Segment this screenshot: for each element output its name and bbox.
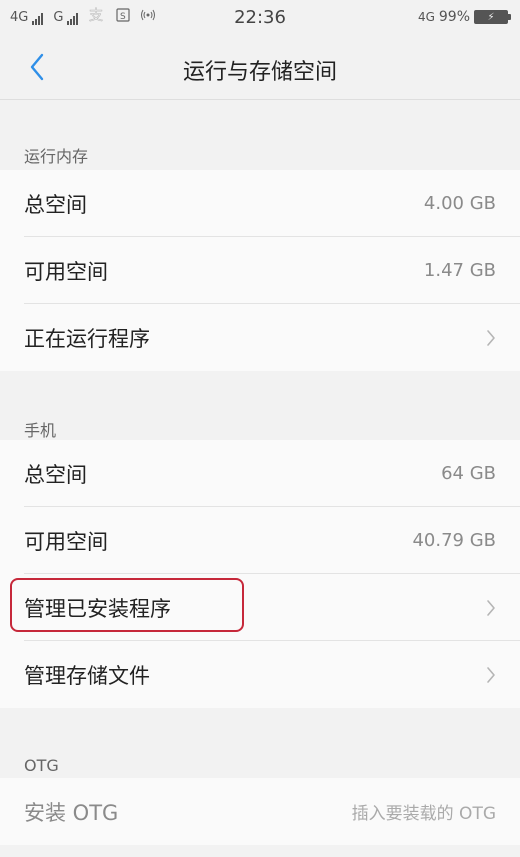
battery-percent: 99% [438, 9, 470, 25]
storage-settings-screen: 4G G 支 S 22:36 4G 99% ⚡ 运行与存储空间 运行内存 总空间… [0, 0, 520, 857]
row-label: 管理存储文件 [24, 663, 150, 688]
ram-total-row: 总空间 4.00 GB [0, 170, 520, 237]
section-header-otg: OTG [24, 756, 59, 775]
chevron-left-icon [30, 53, 44, 81]
phone-total-row: 总空间 64 GB [0, 440, 520, 507]
running-apps-row[interactable]: 正在运行程序 [0, 304, 520, 371]
row-hint: 插入要装载的 OTG [351, 804, 496, 824]
status-bar: 4G G 支 S 22:36 4G 99% ⚡ [0, 0, 520, 34]
signal-bars-icon [67, 12, 79, 25]
row-label: 管理已安装程序 [24, 596, 171, 621]
network-type-1: 4G [10, 9, 29, 25]
signal-sim2: G [53, 9, 79, 25]
row-value: 40.79 GB [412, 530, 496, 551]
row-label: 可用空间 [24, 529, 108, 554]
phone-available-row: 可用空间 40.79 GB [0, 507, 520, 574]
row-label: 总空间 [24, 192, 87, 217]
section-header-phone: 手机 [24, 421, 57, 440]
battery-charging-icon: ⚡ [474, 10, 511, 24]
ram-available-row: 可用空间 1.47 GB [0, 237, 520, 304]
chevron-right-icon [486, 666, 496, 684]
chevron-right-icon [486, 329, 496, 347]
row-label: 可用空间 [24, 259, 108, 284]
section-header-ram: 运行内存 [24, 147, 89, 166]
row-label: 正在运行程序 [24, 326, 150, 351]
row-value: 64 GB [441, 463, 496, 484]
network-type-2: G [53, 9, 64, 25]
signal-sim1: 4G [10, 9, 44, 25]
svg-text:支: 支 [89, 8, 103, 23]
network-type-right: 4G [417, 10, 435, 24]
signal-bars-icon [32, 12, 44, 25]
manage-storage-files-row[interactable]: 管理存储文件 [0, 641, 520, 708]
chevron-right-icon [486, 599, 496, 617]
sim-card-icon: S [116, 8, 131, 26]
back-button[interactable] [20, 50, 54, 84]
manage-installed-apps-row[interactable]: 管理已安装程序 [0, 574, 520, 641]
nav-bar: 运行与存储空间 [0, 34, 520, 100]
row-label: 安装 OTG [24, 800, 119, 825]
status-left: 4G G 支 S [10, 7, 200, 27]
svg-text:S: S [120, 12, 126, 22]
row-value: 4.00 GB [423, 193, 496, 214]
install-otg-row[interactable]: 安装 OTG 插入要装载的 OTG [0, 778, 520, 845]
row-value: 1.47 GB [423, 260, 496, 281]
page-title: 运行与存储空间 [182, 60, 337, 85]
notification-app-icon: 支 [88, 7, 106, 27]
row-label: 总空间 [24, 462, 87, 487]
status-right: 4G 99% ⚡ [417, 9, 511, 25]
hotspot-icon [140, 9, 156, 25]
